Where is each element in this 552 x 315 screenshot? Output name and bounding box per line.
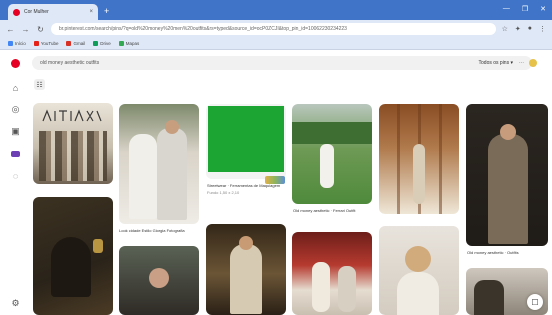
home-icon[interactable]: ⌂ — [10, 82, 21, 93]
explore-icon[interactable]: ◎ — [10, 104, 21, 115]
address-bar[interactable]: br.pinterest.com/search/pins/?q=old%20mo… — [51, 23, 496, 35]
pin-card[interactable] — [379, 104, 459, 214]
avatar[interactable] — [529, 59, 537, 67]
bookmarks-bar: Início YouTube Gmail Drive Mapas — [0, 38, 552, 50]
pinterest-favicon-icon — [13, 8, 20, 16]
help-button[interactable]: ☐ — [527, 294, 543, 310]
pin-card[interactable] — [292, 232, 372, 315]
pin-caption: Look cidade Estilo Giorgia Fotografia — [119, 228, 185, 233]
pin-card[interactable] — [206, 104, 286, 179]
window-controls: — ❐ ✕ — [503, 5, 546, 13]
profile-icon[interactable]: ● — [528, 25, 532, 33]
bookmark-item[interactable]: YouTube — [33, 41, 58, 46]
bookmark-item[interactable]: Gmail — [66, 41, 85, 46]
pin-card[interactable] — [206, 224, 286, 315]
browser-tab[interactable]: Cor Mulher × — [8, 4, 98, 20]
color-swatch-icon — [265, 176, 285, 184]
url-text: br.pinterest.com/search/pins/?q=old%20mo… — [59, 26, 347, 32]
bookmark-star-icon[interactable]: ☆ — [502, 25, 508, 33]
more-icon[interactable]: ⋯ — [519, 60, 524, 66]
search-filter-dropdown[interactable]: Todos os pins ▾ — [479, 60, 513, 66]
bookmark-item[interactable]: Início — [8, 41, 26, 46]
tab-close-icon[interactable]: × — [89, 9, 93, 15]
close-window-icon[interactable]: ✕ — [540, 5, 546, 13]
pin-logo-text — [41, 109, 103, 125]
pin-artwork-lettering-icon — [42, 109, 102, 122]
pin-card[interactable] — [33, 103, 113, 184]
pin-card[interactable] — [379, 226, 459, 315]
browser-toolbar: ← → ↻ br.pinterest.com/search/pins/?q=ol… — [0, 20, 552, 38]
menu-icon[interactable]: ⋮ — [539, 25, 546, 33]
pin-caption: Old money aesthetic · Outfits — [467, 250, 519, 255]
browser-tab-bar: Cor Mulher × + — ❐ ✕ — [0, 0, 552, 20]
maximize-icon[interactable]: ❐ — [522, 5, 528, 13]
filter-icon[interactable]: ☷ — [34, 79, 45, 90]
reload-icon[interactable]: ↻ — [36, 25, 45, 34]
notifications-icon[interactable] — [10, 148, 21, 159]
pin-meta: Fundo 1,50 x 2,10 — [207, 190, 240, 195]
pin-card[interactable] — [466, 104, 548, 246]
pin-card[interactable] — [119, 246, 199, 315]
settings-icon[interactable]: ⚙ — [10, 298, 21, 309]
back-icon[interactable]: ← — [6, 25, 15, 34]
bookmark-item[interactable]: Mapas — [118, 41, 139, 46]
pinterest-logo-icon[interactable] — [10, 58, 21, 69]
chat-icon: ☐ — [531, 297, 539, 307]
search-input[interactable]: old money aesthetic outfits — [40, 60, 479, 66]
pin-card[interactable] — [119, 104, 199, 224]
messages-icon[interactable]: ◌ — [10, 170, 21, 181]
pinterest-sidebar: ⌂ ◎ ▣ ◌ ⚙ — [0, 50, 30, 315]
search-tools: Todos os pins ▾ ⋯ — [479, 60, 524, 66]
pin-caption: Old money aesthetic · Ferrari Outfit — [293, 208, 356, 213]
extensions-icon[interactable]: ✦ — [515, 25, 521, 33]
create-icon[interactable]: ▣ — [10, 126, 21, 137]
pin-card[interactable] — [33, 197, 113, 315]
minimize-icon[interactable]: — — [503, 5, 510, 13]
pin-card[interactable] — [292, 104, 372, 204]
forward-icon[interactable]: → — [21, 25, 30, 34]
bookmark-item[interactable]: Drive — [93, 41, 111, 46]
toolbar-icons: ☆ ✦ ● ⋮ — [502, 25, 546, 33]
tab-title: Cor Mulher — [24, 9, 49, 15]
new-tab-button[interactable]: + — [104, 6, 109, 16]
search-bar[interactable]: old money aesthetic outfits Todos os pin… — [32, 56, 532, 70]
